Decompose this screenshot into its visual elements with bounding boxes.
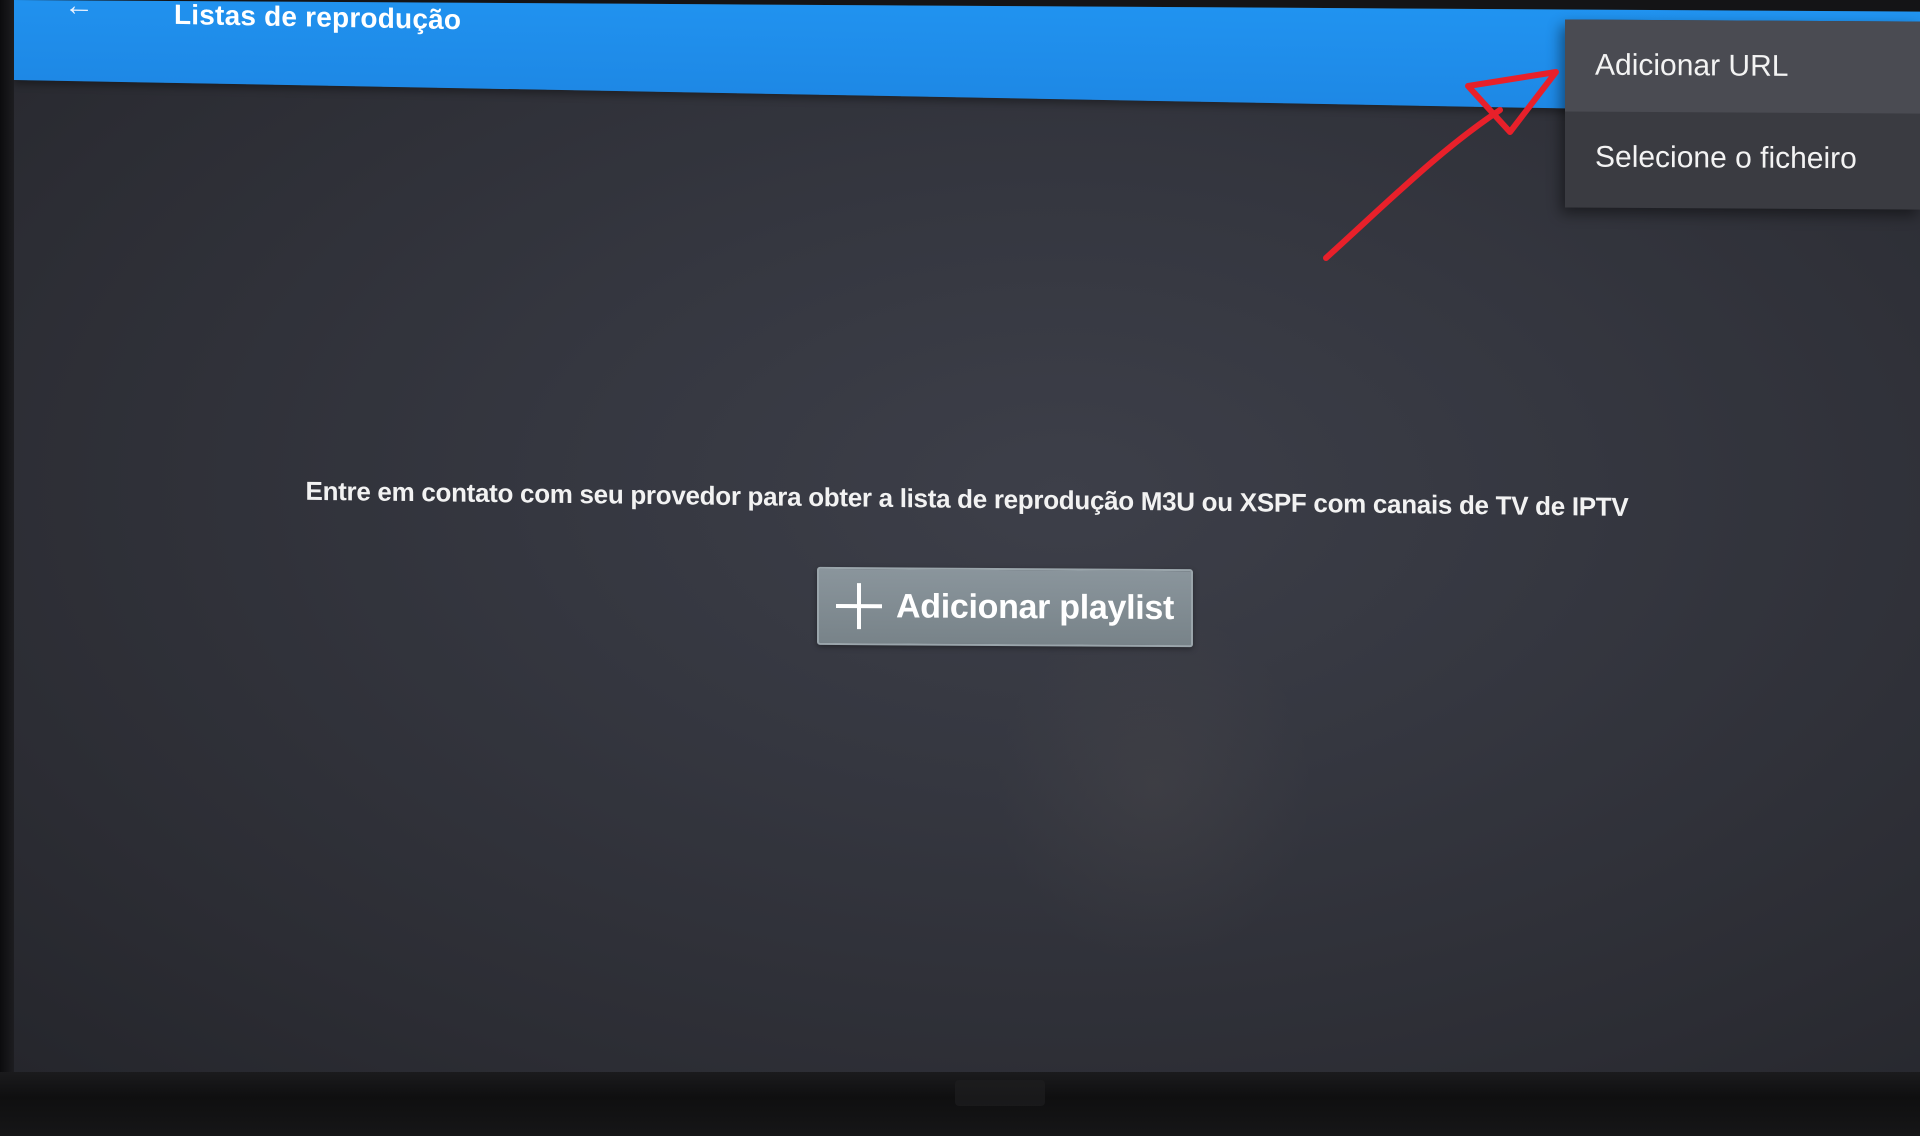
tv-screen: ← Listas de reprodução Entre em contato … bbox=[14, 0, 1920, 1090]
menu-item-select-file[interactable]: Selecione o ficheiro bbox=[1565, 111, 1920, 205]
tv-bezel-left bbox=[0, 0, 14, 1136]
add-playlist-label: Adicionar playlist bbox=[895, 586, 1174, 627]
page-title: Listas de reprodução bbox=[174, 0, 462, 36]
plus-icon bbox=[836, 583, 882, 629]
screen-glare bbox=[994, 605, 1314, 968]
dropdown-menu: Adicionar URL Selecione o ficheiro bbox=[1565, 19, 1920, 210]
add-playlist-button[interactable]: Adicionar playlist bbox=[817, 566, 1193, 648]
info-message: Entre em contato com seu provedor para o… bbox=[305, 475, 1629, 522]
tv-photo: ← Listas de reprodução Entre em contato … bbox=[0, 0, 1920, 1136]
tv-brand-logo bbox=[955, 1080, 1045, 1106]
menu-item-add-url[interactable]: Adicionar URL bbox=[1565, 19, 1920, 114]
arrow-left-icon[interactable]: ← bbox=[64, 0, 108, 22]
